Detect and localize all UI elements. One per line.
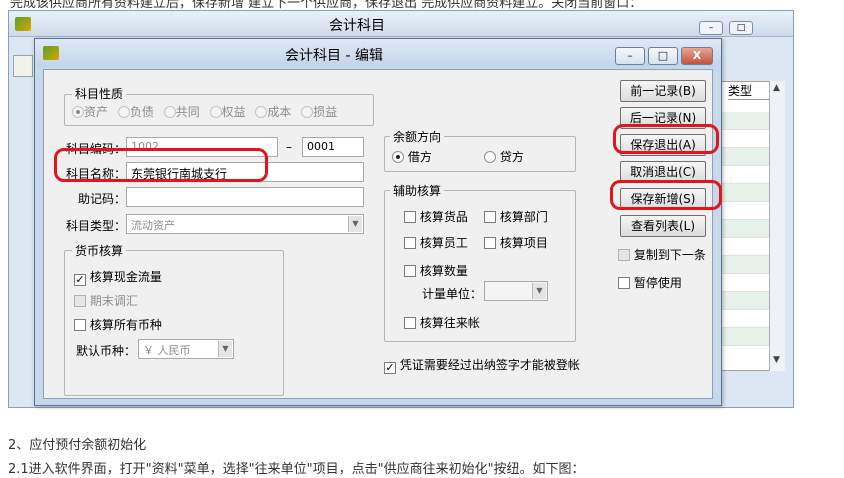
highlight-ring-account-name	[54, 148, 268, 182]
table-row	[716, 256, 776, 274]
account-code-dash: –	[286, 140, 292, 154]
aux-staff-checkbox[interactable]: 核算员工	[404, 234, 468, 251]
checkmark-icon: ✓	[74, 273, 86, 286]
dialog-client-area: 科目性质 资产 负债 共同 权益 成本 损益 科目编码： 1002 – 0001…	[43, 69, 713, 399]
period-adjust-checkbox[interactable]: 期末调汇	[74, 292, 138, 309]
checkbox-icon	[404, 237, 416, 249]
radio-icon	[301, 106, 314, 118]
bg-table-header: 类型	[728, 82, 772, 100]
bg-table-scrollbar[interactable]: ▲ ▼	[769, 81, 785, 371]
table-row	[716, 166, 776, 184]
checkbox-icon	[484, 211, 496, 223]
account-code-suffix-field[interactable]: 0001	[302, 137, 364, 157]
chevron-down-icon[interactable]: ▼	[532, 283, 546, 299]
balance-credit-radio[interactable]: 贷方	[484, 148, 524, 165]
app-icon	[15, 17, 31, 31]
checkbox-icon	[618, 249, 630, 261]
chevron-down-icon[interactable]: ▼	[348, 216, 362, 232]
highlight-ring-save-new	[610, 180, 722, 210]
nature-option-common[interactable]: 共同	[163, 105, 200, 119]
cash-flow-checkbox[interactable]: ✓ 核算现金流量	[74, 268, 162, 286]
table-row	[716, 148, 776, 166]
nature-option-profit-loss[interactable]: 损益	[301, 105, 337, 119]
mnemonic-field[interactable]	[126, 187, 364, 207]
all-currency-checkbox[interactable]: 核算所有币种	[74, 316, 162, 333]
bg-maximize-button[interactable]: □	[729, 21, 753, 35]
aux-dealings-checkbox[interactable]: 核算往来帐	[404, 314, 480, 331]
voucher-cashier-sign-checkbox[interactable]: ✓ 凭证需要经过出纳签字才能被登帐	[384, 356, 580, 374]
nature-option-liability[interactable]: 负债	[117, 105, 154, 119]
checkbox-icon	[404, 211, 416, 223]
view-list-button[interactable]: 查看列表(L)	[620, 215, 706, 237]
table-row	[716, 220, 776, 238]
background-window-title: 会计科目	[329, 18, 385, 34]
mnemonic-label: 助记码：	[78, 192, 127, 206]
radio-icon	[392, 151, 404, 163]
minimize-button[interactable]: –	[615, 47, 645, 65]
account-nature-options: 资产 负债 共同 权益 成本 损益	[72, 103, 337, 120]
auxiliary-group-label: 辅助核算	[390, 182, 445, 199]
checkbox-icon	[484, 237, 496, 249]
table-row	[716, 274, 776, 292]
checkbox-icon	[74, 319, 86, 331]
balance-direction-label: 余额方向	[390, 128, 445, 145]
account-nature-label: 科目性质	[72, 85, 127, 102]
checkmark-icon: ✓	[384, 361, 396, 374]
dialog-title: 会计科目 - 编辑	[285, 48, 383, 64]
default-currency-select[interactable]: ￥ 人民币 ▼	[138, 339, 234, 359]
account-edit-dialog: 会计科目 - 编辑 – □ X 科目性质 资产 负债 共同 权益 成本 损益 科…	[34, 38, 722, 406]
section-title: 2、应付预付余额初始化	[8, 438, 147, 453]
maximize-button[interactable]: □	[648, 47, 678, 65]
checkbox-icon	[74, 295, 86, 307]
account-type-label: 科目类型：	[66, 219, 127, 233]
prev-record-button[interactable]: 前一记录(B)	[620, 80, 706, 102]
table-row	[716, 184, 776, 202]
currency-group-label: 货币核算	[72, 242, 127, 259]
account-type-value: 流动资产	[131, 219, 175, 232]
nature-option-equity[interactable]: 权益	[209, 105, 246, 119]
table-row	[716, 112, 776, 130]
balance-debit-radio[interactable]: 借方	[392, 148, 432, 165]
unit-label: 计量单位：	[422, 287, 483, 301]
highlight-ring-save-exit	[613, 124, 719, 154]
table-row	[716, 130, 776, 148]
checkbox-icon	[404, 265, 416, 277]
aux-qty-checkbox[interactable]: 核算数量	[404, 262, 468, 279]
background-window-titlebar: 会计科目 – □	[9, 11, 793, 37]
checkbox-icon	[618, 277, 630, 289]
table-row	[716, 328, 776, 346]
default-currency-value: ￥ 人民币	[143, 344, 191, 357]
close-button[interactable]: X	[681, 47, 713, 65]
bg-minimize-button[interactable]: –	[699, 21, 723, 35]
scroll-up-icon[interactable]: ▲	[773, 83, 780, 93]
dialog-titlebar[interactable]: 会计科目 - 编辑 – □ X	[35, 39, 721, 67]
aux-dept-checkbox[interactable]: 核算部门	[484, 208, 548, 225]
radio-icon	[163, 106, 176, 118]
pause-use-checkbox[interactable]: 暂停使用	[618, 274, 682, 291]
aux-project-checkbox[interactable]: 核算项目	[484, 234, 548, 251]
checkbox-icon	[404, 317, 416, 329]
default-currency-label: 默认币种：	[76, 344, 137, 358]
table-row	[716, 202, 776, 220]
copy-to-next-checkbox[interactable]: 复制到下一条	[618, 246, 706, 263]
scroll-down-icon[interactable]: ▼	[773, 355, 780, 365]
table-row	[716, 292, 776, 310]
bg-toolbar-icon	[13, 55, 33, 77]
chevron-down-icon[interactable]: ▼	[218, 341, 232, 357]
radio-icon	[484, 151, 496, 163]
table-row	[716, 238, 776, 256]
unit-select[interactable]: ▼	[484, 281, 548, 301]
radio-icon	[72, 106, 84, 118]
nature-option-asset[interactable]: 资产	[72, 105, 108, 119]
radio-icon	[255, 106, 268, 118]
nature-option-cost[interactable]: 成本	[255, 105, 291, 119]
table-row	[716, 310, 776, 328]
radio-icon	[117, 106, 130, 118]
radio-icon	[209, 106, 222, 118]
app-icon	[43, 46, 59, 60]
aux-goods-checkbox[interactable]: 核算货品	[404, 208, 468, 225]
step-text: 2.1进入软件界面，打开"资料"菜单，选择"往来单位"项目，点击"供应商往来初始…	[8, 462, 585, 477]
account-type-select[interactable]: 流动资产 ▼	[126, 214, 364, 234]
